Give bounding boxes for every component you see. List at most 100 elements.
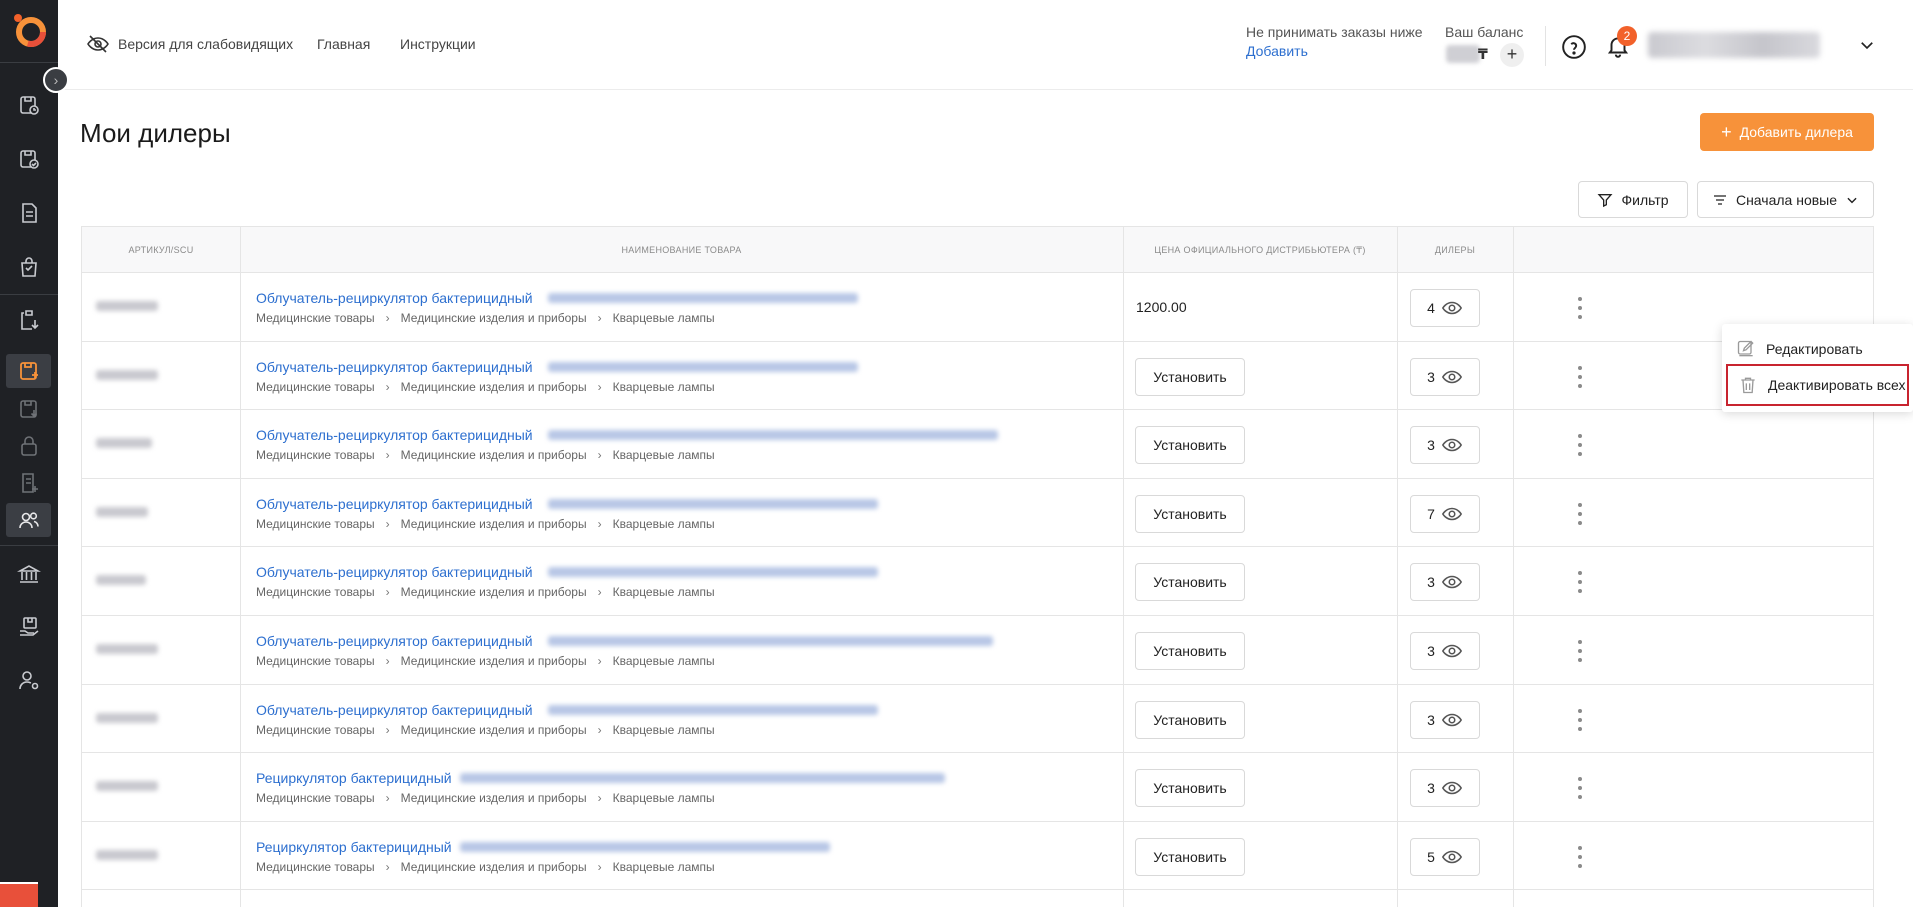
set-price-button[interactable]: Установить [1135,426,1245,465]
product-name-link[interactable]: Облучатель-рециркулятор бактерицидный [256,427,533,443]
help-icon[interactable] [1561,34,1587,60]
sidebar-item-locked[interactable] [6,429,51,463]
sidebar-item-import[interactable] [6,392,51,426]
min-order-add-link[interactable]: Добавить [1246,43,1308,59]
category-breadcrumb: Медицинские товары › Медицинские изделия и… [256,311,715,325]
sidebar-item-dealers[interactable] [6,503,51,537]
accessibility-link[interactable]: Версия для слабовидящих [118,36,293,52]
dealers-count-button[interactable]: 5 [1410,837,1480,876]
filter-button[interactable]: Фильтр [1578,181,1688,218]
dealers-count-button[interactable]: 3 [1410,769,1480,808]
menu-item-deactivate-all[interactable]: Деактивировать всех [1726,364,1909,406]
dealers-table: АРТИКУЛ/SCU НАИМЕНОВАНИЕ ТОВАРА ЦЕНА ОФИ… [81,226,1874,907]
chevron-right-icon: › [597,311,602,325]
category-breadcrumb: Медицинские товары › Медицинские изделия и… [256,380,715,394]
sort-dropdown[interactable]: Сначала новые [1697,181,1874,218]
set-price-button[interactable]: Установить [1135,632,1245,670]
breadcrumb-item: Кварцевые лампы [612,654,715,668]
chevron-right-icon: › [597,379,602,394]
sidebar-item-list-add[interactable] [6,466,51,500]
chevron-down-icon[interactable] [1858,36,1876,54]
breadcrumb-item: Медицинские изделия и приборы [400,379,587,394]
user-account-name[interactable] [1648,32,1820,58]
dealers-count: 3 [1427,711,1435,728]
sku-value [96,712,158,723]
sidebar-item-bank[interactable] [6,557,51,591]
sidebar-item-documents[interactable] [6,196,51,230]
set-price-button[interactable]: Установить [1135,700,1245,739]
sidebar-item-add-product[interactable] [6,354,51,388]
dealers-count-button[interactable]: 4 [1410,289,1480,327]
dealers-count-button[interactable]: 3 [1410,357,1480,396]
balance-currency: ₸ [1478,46,1488,62]
product-name-detail [460,773,945,784]
set-price-button[interactable]: Установить [1135,563,1245,602]
chevron-right-icon: › [385,379,390,394]
brand-logo[interactable] [9,9,49,49]
row-actions-kebab[interactable] [1570,501,1590,527]
notification-badge: 2 [1617,26,1637,46]
product-name-link[interactable]: Облучатель-рециркулятор бактерицидный [256,633,533,649]
distributor-price: 1200.00 [1136,299,1187,315]
menu-item-edit[interactable]: Редактировать [1722,330,1913,368]
dealers-count-button[interactable]: 3 [1410,563,1480,602]
dealers-count: 3 [1427,574,1435,591]
sidebar-item-orders-clock[interactable] [6,88,51,122]
row-actions-kebab[interactable] [1570,707,1590,733]
eye-icon [1441,576,1462,589]
row-actions-kebab[interactable] [1570,638,1590,664]
box-plus-icon [19,362,38,380]
dealers-count-button[interactable]: 3 [1410,426,1480,465]
users-icon [18,512,39,529]
set-price-button[interactable]: Установить [1135,357,1245,396]
sidebar-item-profile[interactable] [6,663,51,697]
chevron-right-icon: › [385,311,390,325]
set-price-button[interactable]: Установить [1135,837,1245,876]
row-actions-kebab[interactable] [1570,775,1590,801]
row-actions-menu: Редактировать Деактивировать всех [1722,324,1913,412]
add-dealer-label: Добавить дилера [1739,124,1853,140]
category-breadcrumb: Медицинские товары › Медицинские изделия и… [256,791,715,805]
set-price-button[interactable]: Установить [1135,769,1245,808]
box-download-icon [19,400,37,418]
sidebar-item-support[interactable] [6,610,51,644]
min-order-label: Не принимать заказы ниже [1246,24,1423,40]
nav-home-link[interactable]: Главная [317,36,370,52]
sidebar-item-orders-check[interactable] [6,142,51,176]
top-up-balance-button[interactable]: + [1500,43,1524,67]
bottom-widget[interactable] [0,882,38,907]
set-price-button[interactable]: Установить [1135,494,1245,533]
product-name-link[interactable]: Облучатель-рециркулятор бактерицидный [256,564,533,580]
row-actions-kebab[interactable] [1570,844,1590,870]
row-actions-kebab[interactable] [1570,364,1590,390]
product-name-link[interactable]: Облучатель-рециркулятор бактерицидный [256,290,533,306]
sidebar-collapse-button[interactable]: › [43,67,69,93]
breadcrumb-item: Медицинские товары [256,379,375,394]
dealers-count-button[interactable]: 3 [1410,632,1480,670]
nav-instructions-link[interactable]: Инструкции [400,36,476,52]
product-name-detail [548,704,878,715]
dealers-count-button[interactable]: 3 [1410,700,1480,739]
eye-icon [1441,507,1462,521]
row-actions-kebab[interactable] [1570,432,1590,458]
breadcrumb-item: Кварцевые лампы [612,722,715,737]
eye-off-icon[interactable] [86,32,110,56]
row-actions-kebab[interactable] [1570,295,1590,321]
chevron-right-icon: › [385,448,390,463]
sku-value [96,369,158,380]
breadcrumb-item: Медицинские товары [256,722,375,737]
breadcrumb-item: Медицинские изделия и приборы [400,448,587,463]
sidebar-item-returns[interactable] [6,303,51,337]
eye-icon [1441,438,1462,452]
dealers-count: 5 [1427,848,1435,865]
add-dealer-button[interactable]: + Добавить дилера [1700,113,1874,151]
sidebar-item-shop[interactable] [6,250,51,284]
product-name-link[interactable]: Облучатель-рециркулятор бактерицидный [256,496,533,512]
product-name-link[interactable]: Облучатель-рециркулятор бактерицидный [256,702,533,718]
product-name-link[interactable]: Рециркулятор бактерицидный [256,839,452,855]
row-actions-kebab[interactable] [1570,569,1590,595]
dealers-count-button[interactable]: 7 [1410,494,1480,533]
product-name-link[interactable]: Облучатель-рециркулятор бактерицидный [256,359,533,375]
product-name-link[interactable]: Рециркулятор бактерицидный [256,770,452,786]
document-icon [21,203,37,223]
